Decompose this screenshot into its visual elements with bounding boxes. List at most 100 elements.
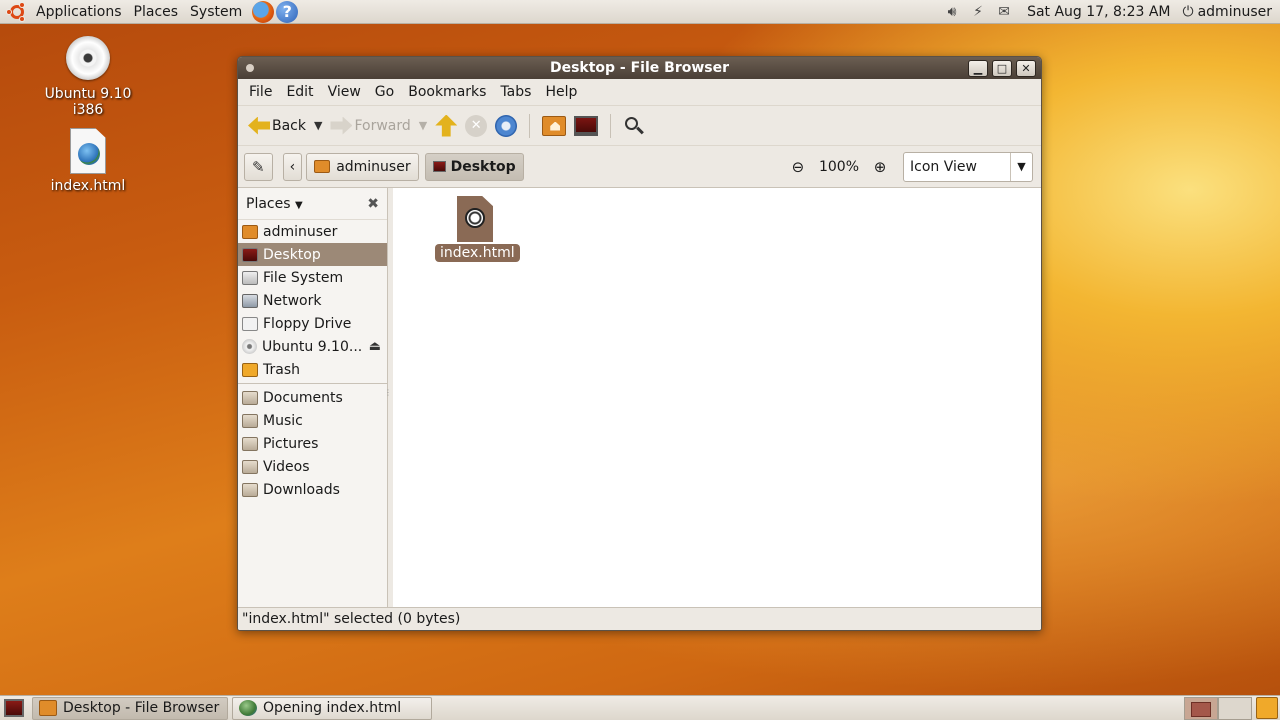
cd-icon	[66, 36, 110, 80]
location-bar: ✎ ‹ adminuser Desktop ⊖ 100% ⊕ Icon View…	[238, 145, 1041, 187]
sidebar-item-music[interactable]: Music	[238, 409, 387, 432]
back-history-dropdown[interactable]: ▼	[314, 119, 322, 132]
sidebar-divider	[238, 383, 387, 384]
back-label: Back	[272, 117, 306, 134]
zoom-level[interactable]: 100%	[819, 159, 859, 175]
sidebar-item-ubuntu-cd[interactable]: Ubuntu 9.10... ⏏	[238, 335, 387, 358]
home-folder-icon	[542, 115, 567, 136]
menu-file[interactable]: File	[242, 84, 279, 100]
pencil-icon: ✎	[252, 157, 265, 176]
sidebar-item-label: Music	[263, 412, 303, 429]
window-titlebar[interactable]: Desktop - File Browser ▁ □ ✕	[238, 57, 1041, 79]
file-item-index-html[interactable]: index.html	[435, 196, 520, 262]
help-icon[interactable]: ?	[276, 0, 299, 23]
window-title: Desktop - File Browser	[549, 60, 730, 76]
computer-button[interactable]	[570, 110, 602, 142]
taskbar-item-label: Opening index.html	[263, 700, 402, 716]
mail-icon[interactable]: ✉︎	[993, 4, 1015, 20]
sidebar-item-label: Network	[263, 292, 322, 309]
computer-icon	[574, 115, 599, 136]
menu-help[interactable]: Help	[538, 84, 584, 100]
reload-button[interactable]	[491, 110, 521, 142]
up-button[interactable]	[431, 110, 461, 142]
desktop-icon	[432, 161, 446, 172]
workspace-2[interactable]	[1218, 696, 1252, 720]
toggle-location-entry-button[interactable]: ✎	[244, 152, 273, 181]
back-button[interactable]: Back	[244, 110, 310, 142]
breadcrumb-desktop[interactable]: Desktop	[424, 152, 524, 181]
menubar: File Edit View Go Bookmarks Tabs Help	[238, 79, 1041, 105]
pane-resize-handle[interactable]: ⋮	[384, 388, 392, 397]
sidebar-item-label: File System	[263, 269, 344, 286]
stop-button[interactable]: ✕	[461, 110, 491, 142]
workspace-1[interactable]	[1184, 696, 1218, 720]
filesystem-icon	[242, 270, 258, 285]
volume-icon[interactable]: 🔊︎	[941, 4, 963, 20]
sidebar-item-pictures[interactable]: Pictures	[238, 432, 387, 455]
sidebar-item-documents[interactable]: Documents	[238, 386, 387, 409]
menu-go[interactable]: Go	[368, 84, 401, 100]
minimize-button[interactable]: ▁	[968, 59, 988, 77]
taskbar-item-opening-index[interactable]: Opening index.html	[232, 696, 432, 720]
search-button[interactable]	[619, 110, 649, 142]
chevron-down-icon: ▼	[1010, 152, 1032, 181]
zoom-out-icon[interactable]: ⊖	[787, 158, 809, 176]
floppy-icon	[242, 316, 258, 331]
zoom-in-icon[interactable]: ⊕	[869, 158, 891, 176]
view-mode-value: Icon View	[910, 158, 977, 175]
chevron-left-icon: ‹	[289, 158, 296, 175]
show-desktop-icon[interactable]	[4, 699, 24, 717]
firefox-icon[interactable]	[252, 0, 275, 23]
forward-button[interactable]: Forward	[326, 110, 414, 142]
taskbar-item-label: Desktop - File Browser	[63, 700, 220, 716]
sidebar-item-network[interactable]: Network	[238, 289, 387, 312]
sidebar-item-adminuser[interactable]: adminuser	[238, 220, 387, 243]
maximize-button[interactable]: □	[992, 59, 1012, 77]
sidebar-item-downloads[interactable]: Downloads	[238, 478, 387, 501]
sidebar-type-select[interactable]: Places ▼	[246, 196, 303, 212]
system-menu[interactable]: System	[186, 4, 250, 20]
sidebar-item-desktop[interactable]: Desktop	[238, 243, 387, 266]
home-button[interactable]	[538, 110, 570, 142]
user-menu[interactable]: ⏻ adminuser	[1183, 4, 1280, 20]
sidebar-item-videos[interactable]: Videos	[238, 455, 387, 478]
menu-bookmarks[interactable]: Bookmarks	[401, 84, 493, 100]
taskbar-item-file-browser[interactable]: Desktop - File Browser	[32, 696, 228, 720]
clock[interactable]: Sat Aug 17, 8:23 AM	[1017, 4, 1182, 20]
desktop-icon-index-html[interactable]: index.html	[28, 128, 148, 194]
view-mode-select[interactable]: Icon View ▼	[903, 151, 1033, 182]
folder-icon	[242, 390, 258, 405]
eject-icon[interactable]: ⏏	[369, 339, 381, 354]
sidebar-item-label: Documents	[263, 389, 343, 406]
top-panel: Applications Places System ? 🔊︎ ⚡︎ ✉︎ Sa…	[0, 0, 1280, 24]
breadcrumb-label: Desktop	[450, 158, 516, 175]
path-scroll-left-button[interactable]: ‹	[282, 152, 303, 181]
desktop-icon-ubuntu-cd[interactable]: Ubuntu 9.10 i386	[28, 36, 148, 118]
applications-menu[interactable]: Applications	[32, 4, 130, 20]
sidebar-item-label: Downloads	[263, 481, 340, 498]
menu-edit[interactable]: Edit	[279, 84, 320, 100]
sidebar-item-file-system[interactable]: File System	[238, 266, 387, 289]
breadcrumb-adminuser[interactable]: adminuser	[306, 152, 419, 181]
places-menu[interactable]: Places	[130, 4, 187, 20]
sidebar-item-label: Videos	[263, 458, 310, 475]
trash-icon[interactable]	[1256, 697, 1278, 719]
sidebar-item-label: adminuser	[263, 223, 338, 240]
sidebar-item-label: Floppy Drive	[263, 315, 352, 332]
close-sidebar-icon[interactable]: ✖	[367, 196, 379, 212]
file-browser-window: Desktop - File Browser ▁ □ ✕ File Edit V…	[237, 56, 1042, 631]
forward-arrow-icon	[330, 116, 353, 135]
zoom-controls: ⊖ 100% ⊕ Icon View ▼	[787, 151, 1033, 182]
ubuntu-logo-icon[interactable]	[6, 1, 28, 23]
close-button[interactable]: ✕	[1016, 59, 1036, 77]
menu-view[interactable]: View	[321, 84, 368, 100]
folder-icon	[242, 459, 258, 474]
network-icon[interactable]: ⚡︎	[967, 4, 989, 20]
file-icon-view[interactable]: index.html	[393, 188, 1041, 607]
desktop-icon	[242, 247, 258, 262]
menu-tabs[interactable]: Tabs	[493, 84, 538, 100]
sidebar-item-trash[interactable]: Trash	[238, 358, 387, 381]
sidebar-item-floppy-drive[interactable]: Floppy Drive	[238, 312, 387, 335]
forward-history-dropdown[interactable]: ▼	[419, 119, 427, 132]
status-text: "index.html" selected (0 bytes)	[242, 611, 461, 627]
